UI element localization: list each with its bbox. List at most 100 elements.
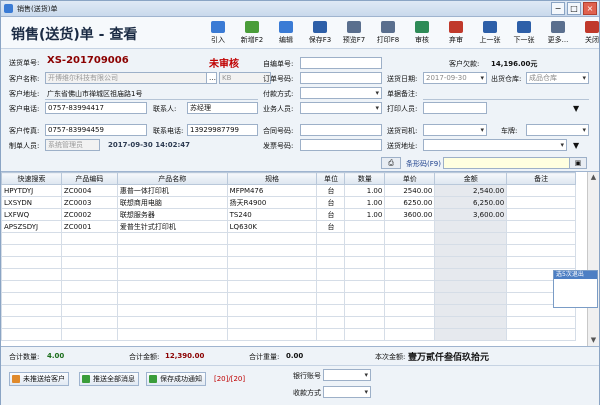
customer-browse-button[interactable]: … (206, 72, 217, 84)
delivery-date-picker[interactable]: 2017-09-30 (423, 72, 487, 84)
table-row[interactable]: APSZSDYJ ZC0001 爱普生针式打印机 LQ630K 台 (1, 220, 576, 233)
table-cell[interactable] (226, 280, 318, 293)
empty-row[interactable] (1, 328, 576, 341)
table-cell[interactable]: 1.00 (344, 184, 386, 197)
table-cell[interactable] (316, 256, 346, 269)
table-cell[interactable] (226, 328, 318, 341)
table-cell[interactable] (434, 232, 508, 245)
table-cell[interactable] (506, 208, 576, 221)
toolbar-button-7[interactable]: 弃审 (439, 20, 473, 47)
table-cell[interactable] (116, 280, 228, 293)
scroll-up-icon[interactable]: ▲ (588, 172, 599, 183)
table-cell[interactable] (434, 304, 508, 317)
table-cell[interactable]: 台 (316, 184, 346, 197)
table-cell[interactable] (434, 220, 508, 233)
table-cell[interactable] (1, 268, 62, 281)
table-cell[interactable] (1, 316, 62, 329)
table-cell[interactable]: 爱普生针式打印机 (116, 220, 228, 233)
table-cell[interactable] (1, 292, 62, 305)
table-cell[interactable]: ZC0003 (60, 196, 118, 209)
column-header[interactable]: 备注 (506, 172, 576, 185)
table-cell[interactable]: HPYTDYJ (1, 184, 62, 197)
table-cell[interactable]: MFPM476 (226, 184, 318, 197)
table-cell[interactable] (226, 292, 318, 305)
table-cell[interactable]: LXSYDN (1, 196, 62, 209)
table-cell[interactable]: 3600.00 (384, 208, 436, 221)
table-cell[interactable] (344, 316, 386, 329)
table-cell[interactable] (316, 328, 346, 341)
table-cell[interactable]: 1.00 (344, 208, 386, 221)
save-notify-button[interactable]: 保存成功通知 (146, 372, 206, 386)
table-cell[interactable] (60, 268, 118, 281)
table-cell[interactable] (384, 220, 436, 233)
table-cell[interactable] (434, 328, 508, 341)
receive-select[interactable] (323, 386, 371, 398)
table-cell[interactable]: LQ630K (226, 220, 318, 233)
table-cell[interactable] (226, 316, 318, 329)
toolbar-button-5[interactable]: 打印F8 (371, 20, 405, 47)
table-cell[interactable] (60, 328, 118, 341)
table-cell[interactable] (384, 292, 436, 305)
table-cell[interactable]: 扬天R4900 (226, 196, 318, 209)
warehouse-select[interactable]: 成品仓库 (526, 72, 589, 84)
empty-row[interactable] (1, 292, 576, 305)
table-cell[interactable] (116, 268, 228, 281)
column-header[interactable]: 数量 (344, 172, 386, 185)
delivery-car-select[interactable] (423, 124, 487, 136)
table-cell[interactable] (316, 244, 346, 257)
barcode-input[interactable] (443, 157, 583, 169)
empty-row[interactable] (1, 244, 576, 257)
table-cell[interactable] (434, 316, 508, 329)
barcode-scan-icon[interactable]: ⎙ (381, 157, 401, 169)
title-bar[interactable]: 销售(送货)单 − □ × (1, 1, 599, 17)
table-cell[interactable] (60, 280, 118, 293)
table-cell[interactable] (506, 328, 576, 341)
column-header[interactable]: 金额 (434, 172, 508, 185)
not-pushed-button[interactable]: 未推送给客户 (9, 372, 69, 386)
table-cell[interactable] (1, 304, 62, 317)
table-cell[interactable]: ZC0004 (60, 184, 118, 197)
table-cell[interactable] (384, 328, 436, 341)
table-cell[interactable]: 台 (316, 196, 346, 209)
push-all-button[interactable]: 推送全部消息 (79, 372, 139, 386)
table-cell[interactable] (344, 292, 386, 305)
table-cell[interactable] (60, 232, 118, 245)
table-cell[interactable] (506, 232, 576, 245)
table-cell[interactable] (1, 328, 62, 341)
popup-panel[interactable]: 选5次退出 (553, 270, 598, 308)
table-cell[interactable] (434, 268, 508, 281)
column-header[interactable]: 规格 (226, 172, 318, 185)
table-cell[interactable] (116, 304, 228, 317)
table-cell[interactable] (434, 256, 508, 269)
delivery-addr-select[interactable] (423, 139, 567, 151)
table-cell[interactable] (434, 280, 508, 293)
fax-input[interactable]: 0757-83994459 (45, 124, 147, 136)
table-cell[interactable] (384, 256, 436, 269)
table-cell[interactable] (384, 280, 436, 293)
table-cell[interactable] (344, 244, 386, 257)
invoice-input[interactable] (300, 139, 382, 151)
table-cell[interactable] (116, 232, 228, 245)
table-cell[interactable] (1, 244, 62, 257)
table-cell[interactable] (344, 232, 386, 245)
column-header[interactable]: 单价 (384, 172, 436, 185)
empty-row[interactable] (1, 256, 576, 269)
self-no-input[interactable] (300, 57, 382, 69)
table-cell[interactable] (506, 184, 576, 197)
table-cell[interactable]: 联想商用电脑 (116, 196, 228, 209)
table-cell[interactable] (116, 292, 228, 305)
table-cell[interactable] (344, 268, 386, 281)
table-cell[interactable] (434, 292, 508, 305)
table-cell[interactable] (60, 316, 118, 329)
table-cell[interactable]: 联想服务器 (116, 208, 228, 221)
table-cell[interactable] (506, 196, 576, 209)
table-cell[interactable] (506, 316, 576, 329)
table-cell[interactable] (226, 256, 318, 269)
table-cell[interactable] (60, 292, 118, 305)
bank-select[interactable] (323, 369, 371, 381)
table-cell[interactable]: LXFWQ (1, 208, 62, 221)
table-cell[interactable] (344, 304, 386, 317)
empty-row[interactable] (1, 316, 576, 329)
table-cell[interactable] (116, 256, 228, 269)
table-row[interactable]: LXFWQ ZC0002 联想服务器 TS240 台 1.00 3600.00 3,600.0… (1, 208, 576, 221)
